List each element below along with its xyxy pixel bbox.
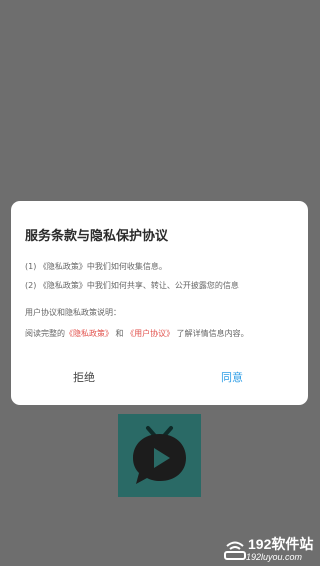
and-text: 和 [113, 329, 127, 338]
user-agreement-link[interactable]: 《用户协议》 [126, 329, 174, 338]
policy-item-share: (2) 《隐私政策》中我们如何共享、转让、公开披露您的信息 [25, 281, 239, 290]
policy-item-collect: (1) 《隐私政策》中我们如何收集信息。 [25, 262, 167, 271]
reject-button[interactable]: 拒绝 [73, 369, 95, 385]
agree-button[interactable]: 同意 [221, 369, 243, 385]
read-suffix: 了解详情信息内容。 [174, 329, 249, 338]
dialog-title: 服务条款与隐私保护协议 [25, 229, 169, 244]
read-full-text: 阅读完整的《隐私政策》 和 《用户协议》 了解详情信息内容。 [25, 329, 249, 339]
watermark-title: 192软件站 [248, 536, 314, 552]
privacy-policy-link[interactable]: 《隐私政策》 [65, 329, 113, 338]
tv-chat-app-icon [118, 414, 201, 497]
privacy-dialog: 服务条款与隐私保护协议 (1) 《隐私政策》中我们如何收集信息。 (2) 《隐私… [11, 201, 308, 405]
router-logo-icon [224, 541, 246, 560]
read-prefix: 阅读完整的 [25, 329, 65, 338]
policy-note: 用户协议和隐私政策说明： [25, 308, 121, 317]
watermark-url: 192luyou.com [246, 552, 303, 562]
